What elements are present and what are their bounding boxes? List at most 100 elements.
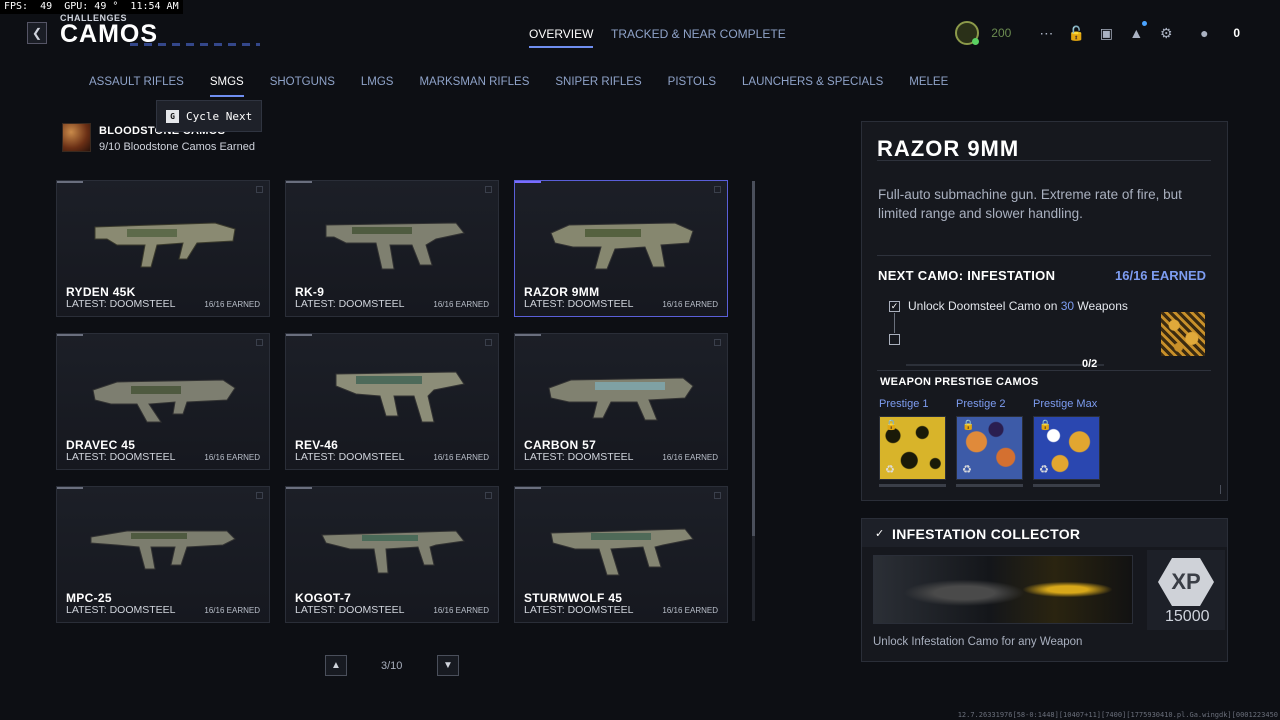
weapon-image	[321, 530, 465, 574]
weapon-card-rev-46[interactable]: REV-46 LATEST: DOOMSTEEL 16/16 EARNED	[285, 333, 499, 470]
card-corner-icon	[256, 186, 263, 193]
prestige-icon: ♻	[962, 464, 972, 476]
task-connector	[894, 313, 895, 333]
detail-title: RAZOR 9MM	[877, 136, 1020, 161]
collector-reward-image	[873, 555, 1133, 624]
challenge-task: Unlock Doomsteel Camo on 30 Weapons	[908, 299, 1128, 313]
page-indicator: 3/10	[381, 660, 403, 672]
tooltip-label: Cycle Next	[186, 109, 253, 123]
tab-shotguns[interactable]: SHOTGUNS	[257, 76, 348, 88]
settings-icon[interactable]: ⚙	[1157, 24, 1175, 42]
title-decoration	[130, 43, 260, 46]
prestige-max-label: Prestige Max	[1033, 398, 1098, 410]
card-corner-icon	[485, 186, 492, 193]
prestige-1-bar	[879, 484, 946, 487]
grid-menu-icon[interactable]: ⋯	[1037, 24, 1055, 42]
weapon-latest-camo: LATEST: DOOMSTEEL	[524, 604, 634, 616]
weapon-name: REV-46	[295, 438, 339, 452]
weapon-earned: 16/16 EARNED	[433, 300, 489, 309]
weapon-latest-camo: LATEST: DOOMSTEEL	[524, 298, 634, 310]
prestige-1-camo[interactable]: 🔒 ♻	[879, 416, 946, 480]
card-progress-bar	[57, 487, 83, 489]
top-toolbar: 200 ⋯ 🔓 ▣ ▲ ⚙ ● 0	[955, 18, 1240, 48]
weapon-name: STURMWOLF 45	[524, 591, 623, 605]
back-button[interactable]: ❮	[27, 22, 47, 44]
tab-melee[interactable]: MELEE	[896, 76, 961, 88]
tab-lmgs[interactable]: LMGS	[348, 76, 407, 88]
weapon-image	[550, 222, 694, 270]
panel-corner-mark	[1216, 485, 1221, 494]
keybind-g-icon: G	[166, 109, 179, 123]
cycle-next-tooltip: G Cycle Next	[156, 100, 262, 132]
tab-smgs[interactable]: SMGS	[197, 76, 257, 97]
prestige-1-label: Prestige 1	[879, 398, 929, 410]
prestige-max-camo[interactable]: 🔒 ♻	[1033, 416, 1100, 480]
card-progress-bar	[57, 334, 83, 336]
lock-icon: 🔒	[1039, 420, 1052, 431]
tab-tracked-near-complete[interactable]: TRACKED & NEAR COMPLETE	[611, 27, 786, 41]
bloodstone-progress: 9/10 Bloodstone Camos Earned	[99, 141, 255, 153]
weapon-earned: 16/16 EARNED	[204, 300, 260, 309]
weapon-card-dravec-45[interactable]: DRAVEC 45 LATEST: DOOMSTEEL 16/16 EARNED	[56, 333, 270, 470]
weapon-card-carbon-57[interactable]: CARBON 57 LATEST: DOOMSTEEL 16/16 EARNED	[514, 333, 728, 470]
chevron-up-icon: ▲	[331, 660, 341, 671]
weapon-image	[90, 530, 236, 570]
weapon-name: CARBON 57	[524, 438, 597, 452]
tab-marksman-rifles[interactable]: MARKSMAN RIFLES	[406, 76, 542, 88]
weapon-name: MPC-25	[66, 591, 112, 605]
card-corner-icon	[714, 339, 721, 346]
weapon-latest-camo: LATEST: DOOMSTEEL	[295, 604, 405, 616]
infestation-camo-swatch[interactable]	[1161, 312, 1205, 356]
friends-count: 0	[1233, 26, 1240, 40]
weapon-name: DRAVEC 45	[66, 438, 136, 452]
page-up-button[interactable]: ▲	[325, 655, 347, 676]
camera-icon[interactable]: ▣	[1097, 24, 1115, 42]
tab-launchers-specials[interactable]: LAUNCHERS & SPECIALS	[729, 76, 896, 88]
prestige-max-bar	[1033, 484, 1100, 487]
weapon-latest-camo: LATEST: DOOMSTEEL	[66, 604, 176, 616]
friends-icon[interactable]: ●	[1195, 24, 1213, 42]
prestige-icon: ♻	[1039, 464, 1049, 476]
card-corner-icon	[485, 339, 492, 346]
weapon-earned: 16/16 EARNED	[433, 453, 489, 462]
weapon-card-mpc-25[interactable]: MPC-25 LATEST: DOOMSTEEL 16/16 EARNED	[56, 486, 270, 623]
prestige-2-label: Prestige 2	[956, 398, 1006, 410]
lock-icon: 🔒	[962, 420, 975, 431]
divider	[877, 255, 1211, 256]
card-progress-bar	[57, 181, 83, 183]
grid-scrollbar-thumb[interactable]	[752, 181, 755, 536]
lock-icon: 🔒	[885, 420, 898, 431]
bloodstone-camo-thumbnail	[62, 123, 91, 152]
weapon-card-ryden-45k[interactable]: RYDEN 45K LATEST: DOOMSTEEL 16/16 EARNED	[56, 180, 270, 317]
chevron-left-icon: ❮	[31, 26, 43, 40]
prestige-2-camo[interactable]: 🔒 ♻	[956, 416, 1023, 480]
xp-amount: 15000	[1165, 608, 1210, 625]
card-corner-icon	[256, 492, 263, 499]
weapon-card-sturmwolf-45[interactable]: STURMWOLF 45 LATEST: DOOMSTEEL 16/16 EAR…	[514, 486, 728, 623]
weapon-earned: 16/16 EARNED	[662, 606, 718, 615]
chevron-down-icon: ▼	[443, 660, 453, 671]
card-progress-bar	[515, 487, 541, 489]
weapon-latest-camo: LATEST: DOOMSTEEL	[295, 298, 405, 310]
tab-overview[interactable]: OVERVIEW	[529, 27, 594, 48]
tab-sniper-rifles[interactable]: SNIPER RIFLES	[542, 76, 654, 88]
detail-description: Full-auto submachine gun. Extreme rate o…	[878, 187, 1182, 221]
card-corner-icon	[485, 492, 492, 499]
weapon-card-kogot-7[interactable]: KOGOT-7 LATEST: DOOMSTEEL 16/16 EARNED	[285, 486, 499, 623]
weapon-card-razor-9mm[interactable]: RAZOR 9MM LATEST: DOOMSTEEL 16/16 EARNED	[514, 180, 728, 317]
notifications-icon[interactable]: ▲	[1127, 21, 1148, 42]
unlock-icon[interactable]: 🔓	[1067, 24, 1085, 42]
weapon-image	[548, 377, 694, 421]
tab-assault-rifles[interactable]: ASSAULT RIFLES	[76, 76, 197, 88]
weapon-name: RAZOR 9MM	[524, 285, 600, 299]
task-text-prefix: Unlock Doomsteel Camo on	[908, 299, 1061, 313]
prestige-icon: ♻	[885, 464, 895, 476]
weapon-image	[335, 371, 465, 423]
player-level-icon[interactable]	[955, 21, 980, 45]
tab-pistols[interactable]: PISTOLS	[655, 76, 729, 88]
weapon-name: RK-9	[295, 285, 325, 299]
page-down-button[interactable]: ▼	[437, 655, 459, 676]
weapon-card-rk-9[interactable]: RK-9 LATEST: DOOMSTEEL 16/16 EARNED	[285, 180, 499, 317]
check-icon: ✓	[875, 528, 885, 540]
weapon-earned: 16/16 EARNED	[204, 606, 260, 615]
